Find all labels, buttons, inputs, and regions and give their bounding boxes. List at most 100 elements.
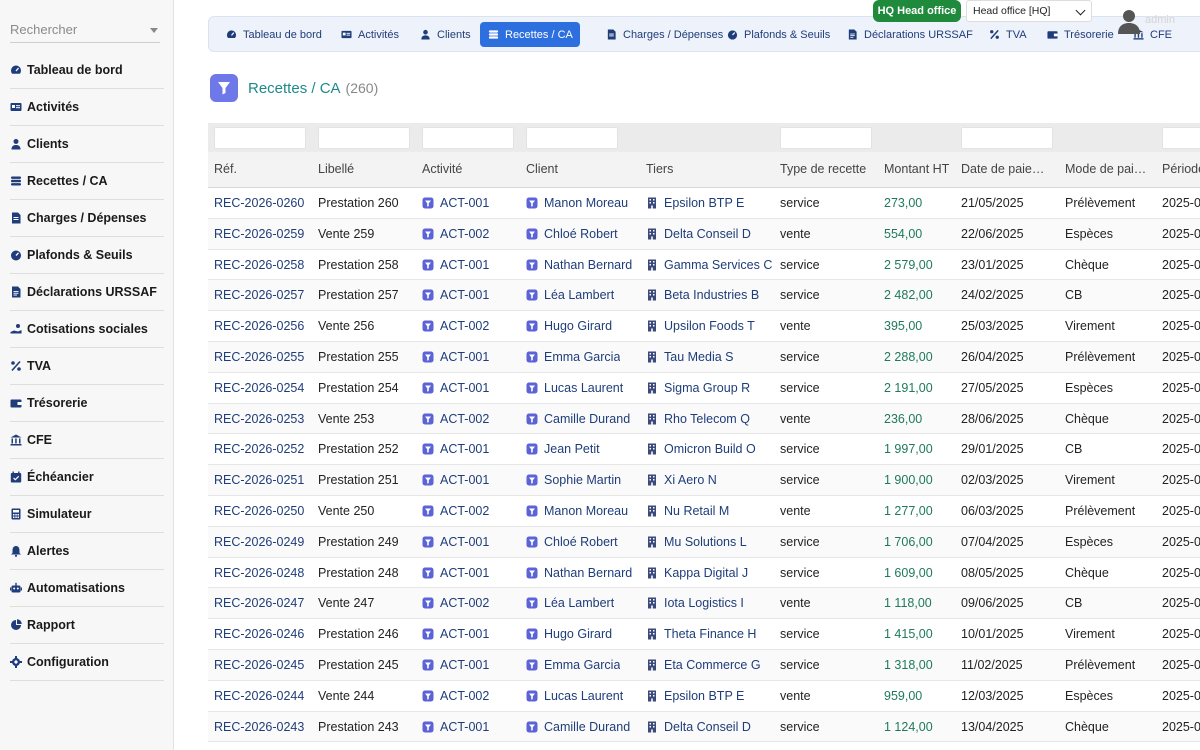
- cell-client[interactable]: Camille Durand: [526, 720, 630, 736]
- cell-activite[interactable]: ACT-001: [422, 566, 489, 582]
- cell-tiers[interactable]: Delta Conseil D: [646, 720, 751, 736]
- cell-tiers[interactable]: Nu Retail M: [646, 504, 729, 520]
- cell-activite[interactable]: ACT-001: [422, 258, 489, 274]
- cell-client[interactable]: Jean Petit: [526, 442, 600, 458]
- column-header[interactable]: Mode de pai…: [1065, 162, 1146, 176]
- tab-6[interactable]: Déclarations URSSAF: [839, 22, 974, 47]
- column-header[interactable]: Période: [1162, 162, 1200, 176]
- cell-ref[interactable]: REC-2026-0245: [214, 658, 304, 672]
- cell-tiers[interactable]: Delta Conseil D: [646, 227, 751, 243]
- table-row[interactable]: REC-2026-0249 Prestation 249 ACT-001 Chloé …: [208, 526, 1200, 558]
- table-row[interactable]: REC-2026-0259 Vente 259 ACT-002 Chloé Rober…: [208, 218, 1200, 250]
- cell-client[interactable]: Lucas Laurent: [526, 381, 623, 397]
- cell-ref[interactable]: REC-2026-0258: [214, 258, 304, 272]
- cell-tiers[interactable]: Eta Commerce G: [646, 658, 761, 674]
- cell-activite[interactable]: ACT-001: [422, 627, 489, 643]
- table-row[interactable]: REC-2026-0252 Prestation 252 ACT-001 Jean P…: [208, 434, 1200, 466]
- cell-activite[interactable]: ACT-002: [422, 596, 489, 612]
- cell-ref[interactable]: REC-2026-0259: [214, 227, 304, 241]
- column-filter-input[interactable]: [961, 127, 1053, 149]
- cell-tiers[interactable]: Rho Telecom Q: [646, 412, 750, 428]
- sidebar-item-12[interactable]: Simulateur: [10, 496, 164, 533]
- cell-client[interactable]: Manon Moreau: [526, 196, 628, 212]
- table-row[interactable]: REC-2026-0251 Prestation 251 ACT-001 Sophie…: [208, 465, 1200, 496]
- cell-ref[interactable]: REC-2026-0244: [214, 689, 304, 703]
- cell-activite[interactable]: ACT-001: [422, 473, 489, 489]
- cell-activite[interactable]: ACT-001: [422, 442, 489, 458]
- sidebar-item-15[interactable]: Rapport: [10, 607, 164, 644]
- sidebar-item-5[interactable]: Plafonds & Seuils: [10, 237, 164, 274]
- cell-ref[interactable]: REC-2026-0243: [214, 720, 304, 734]
- cell-ref[interactable]: REC-2026-0254: [214, 381, 304, 395]
- cell-tiers[interactable]: Gamma Services C: [646, 258, 772, 274]
- table-row[interactable]: REC-2026-0255 Prestation 255 ACT-001 Emma G…: [208, 341, 1200, 373]
- cell-ref[interactable]: REC-2026-0247: [214, 596, 304, 610]
- cell-client[interactable]: Lucas Laurent: [526, 689, 623, 705]
- cell-activite[interactable]: ACT-002: [422, 319, 489, 335]
- table-row[interactable]: REC-2026-0257 Prestation 257 ACT-001 Léa La…: [208, 280, 1200, 312]
- cell-ref[interactable]: REC-2026-0252: [214, 442, 304, 456]
- column-filter-input[interactable]: [318, 127, 410, 149]
- cell-activite[interactable]: ACT-001: [422, 196, 489, 212]
- table-row[interactable]: REC-2026-0246 Prestation 246 ACT-001 Hugo G…: [208, 619, 1200, 650]
- sidebar-item-6[interactable]: Déclarations URSSAF: [10, 274, 164, 311]
- cell-ref[interactable]: REC-2026-0251: [214, 473, 304, 487]
- tab-3[interactable]: Recettes / CA: [480, 22, 580, 47]
- cell-tiers[interactable]: Upsilon Foods T: [646, 319, 755, 335]
- cell-tiers[interactable]: Theta Finance H: [646, 627, 756, 643]
- sidebar-item-1[interactable]: Activités: [10, 89, 164, 126]
- cell-client[interactable]: Léa Lambert: [526, 596, 614, 612]
- table-row[interactable]: REC-2026-0250 Vente 250 ACT-002 Manon Morea…: [208, 496, 1200, 527]
- cell-activite[interactable]: ACT-001: [422, 535, 489, 551]
- tab-1[interactable]: Activités: [333, 22, 405, 47]
- column-header[interactable]: Date de paie…: [961, 162, 1044, 176]
- cell-ref[interactable]: REC-2026-0250: [214, 504, 304, 518]
- cell-client[interactable]: Sophie Martin: [526, 473, 621, 489]
- cell-tiers[interactable]: Sigma Group R: [646, 381, 750, 397]
- table-row[interactable]: REC-2026-0247 Vente 247 ACT-002 Léa Lambert…: [208, 588, 1200, 620]
- tab-8[interactable]: Trésorerie: [1039, 22, 1119, 47]
- column-header[interactable]: Activité: [422, 162, 462, 176]
- cell-tiers[interactable]: Mu Solutions L: [646, 535, 747, 551]
- column-filter-input[interactable]: [780, 127, 872, 149]
- cell-ref[interactable]: REC-2026-0249: [214, 535, 304, 549]
- table-row[interactable]: REC-2026-0243 Prestation 243 ACT-001 Camill…: [208, 711, 1200, 743]
- cell-client[interactable]: Nathan Bernard: [526, 566, 632, 582]
- cell-ref[interactable]: REC-2026-0256: [214, 319, 304, 333]
- cell-client[interactable]: Chloé Robert: [526, 535, 618, 551]
- cell-tiers[interactable]: Kappa Digital J: [646, 566, 748, 582]
- cell-tiers[interactable]: Beta Industries B: [646, 288, 759, 304]
- hq-office-button[interactable]: HQ Head office: [873, 0, 961, 22]
- column-header[interactable]: Réf.: [214, 162, 237, 176]
- table-row[interactable]: REC-2026-0248 Prestation 248 ACT-001 Nathan…: [208, 558, 1200, 589]
- cell-activite[interactable]: ACT-002: [422, 412, 489, 428]
- sidebar-item-10[interactable]: CFE: [10, 422, 164, 459]
- cell-ref[interactable]: REC-2026-0248: [214, 566, 304, 580]
- cell-tiers[interactable]: Omicron Build O: [646, 442, 756, 458]
- cell-client[interactable]: Camille Durand: [526, 412, 630, 428]
- column-filter-input[interactable]: [214, 127, 306, 149]
- cell-activite[interactable]: ACT-001: [422, 720, 489, 736]
- cell-activite[interactable]: ACT-001: [422, 381, 489, 397]
- sidebar-item-7[interactable]: Cotisations sociales: [10, 311, 164, 348]
- cell-ref[interactable]: REC-2026-0246: [214, 627, 304, 641]
- user-avatar-icon[interactable]: [1117, 8, 1141, 34]
- cell-client[interactable]: Manon Moreau: [526, 504, 628, 520]
- cell-tiers[interactable]: Tau Media S: [646, 350, 733, 366]
- tab-0[interactable]: Tableau de bord: [218, 22, 326, 47]
- sidebar-item-14[interactable]: Automatisations: [10, 570, 164, 607]
- user-label[interactable]: admin: [1145, 14, 1175, 26]
- cell-activite[interactable]: ACT-002: [422, 504, 489, 520]
- cell-client[interactable]: Emma Garcia: [526, 658, 620, 674]
- cell-activite[interactable]: ACT-002: [422, 689, 489, 705]
- tab-4[interactable]: Charges / Dépenses: [598, 22, 723, 47]
- search-select[interactable]: Rechercher: [10, 20, 160, 43]
- table-row[interactable]: REC-2026-0254 Prestation 254 ACT-001 Lucas …: [208, 373, 1200, 404]
- sidebar-item-0[interactable]: Tableau de bord: [10, 52, 164, 89]
- cell-client[interactable]: Hugo Girard: [526, 319, 612, 335]
- cell-ref[interactable]: REC-2026-0253: [214, 412, 304, 426]
- column-filter-input[interactable]: [526, 127, 618, 149]
- sidebar-item-3[interactable]: Recettes / CA: [10, 163, 164, 200]
- cell-activite[interactable]: ACT-001: [422, 658, 489, 674]
- cell-ref[interactable]: REC-2026-0257: [214, 288, 304, 302]
